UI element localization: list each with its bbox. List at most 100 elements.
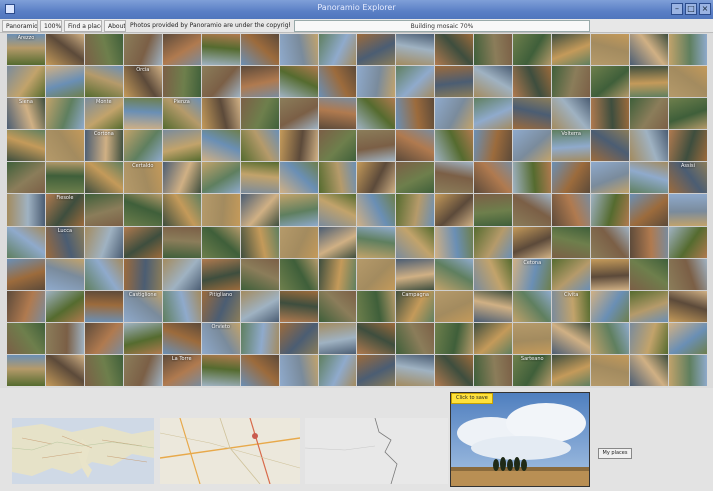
map-local[interactable] — [305, 418, 448, 484]
photo-thumbnail[interactable] — [240, 226, 279, 258]
photo-thumbnail[interactable] — [513, 130, 552, 162]
photo-thumbnail[interactable]: Orvieto — [201, 322, 240, 354]
photo-thumbnail[interactable] — [357, 130, 396, 162]
photo-thumbnail[interactable] — [396, 194, 435, 226]
photo-thumbnail[interactable]: Arezzo — [7, 34, 45, 66]
photo-thumbnail[interactable] — [474, 162, 513, 194]
zoom-field[interactable]: 100% — [40, 20, 62, 32]
photo-thumbnail[interactable] — [318, 130, 357, 162]
photo-thumbnail[interactable] — [435, 98, 474, 130]
photo-thumbnail[interactable] — [162, 194, 201, 226]
photo-thumbnail[interactable] — [552, 162, 591, 194]
photo-thumbnail[interactable]: Lucca — [45, 226, 84, 258]
photo-thumbnail[interactable] — [162, 258, 201, 290]
photo-thumbnail[interactable] — [669, 98, 707, 130]
photo-thumbnail[interactable] — [162, 226, 201, 258]
photo-thumbnail[interactable] — [201, 354, 240, 386]
photo-thumbnail[interactable] — [7, 290, 45, 322]
photo-thumbnail[interactable] — [201, 66, 240, 98]
photo-thumbnail[interactable] — [357, 34, 396, 66]
photo-thumbnail[interactable] — [591, 226, 630, 258]
photo-thumbnail[interactable]: Cortona — [84, 130, 123, 162]
photo-thumbnail[interactable] — [279, 162, 318, 194]
photo-thumbnail[interactable]: Sarteano — [513, 354, 552, 386]
photo-thumbnail[interactable] — [513, 322, 552, 354]
photo-thumbnail[interactable] — [123, 226, 162, 258]
photo-thumbnail[interactable] — [474, 66, 513, 98]
photo-thumbnail[interactable] — [123, 322, 162, 354]
photo-thumbnail[interactable] — [435, 162, 474, 194]
photo-thumbnail[interactable] — [552, 194, 591, 226]
photo-thumbnail[interactable] — [240, 354, 279, 386]
photo-thumbnail[interactable] — [396, 98, 435, 130]
photo-thumbnail[interactable]: Cetona — [513, 258, 552, 290]
photo-thumbnail[interactable] — [513, 98, 552, 130]
photo-thumbnail[interactable] — [591, 66, 630, 98]
panoramio-button[interactable]: Panoramio — [2, 20, 38, 32]
photo-thumbnail[interactable] — [45, 322, 84, 354]
photo-thumbnail[interactable]: Monte — [84, 98, 123, 130]
photo-thumbnail[interactable] — [669, 194, 707, 226]
photo-thumbnail[interactable]: Fiesole — [45, 194, 84, 226]
photo-thumbnail[interactable]: Pienza — [162, 98, 201, 130]
photo-thumbnail[interactable] — [45, 66, 84, 98]
photo-thumbnail[interactable] — [474, 354, 513, 386]
photo-thumbnail[interactable] — [357, 98, 396, 130]
photo-thumbnail[interactable] — [669, 354, 707, 386]
photo-thumbnail[interactable] — [513, 194, 552, 226]
about-button[interactable]: About — [104, 20, 126, 32]
photo-thumbnail[interactable] — [162, 322, 201, 354]
photo-thumbnail[interactable] — [318, 322, 357, 354]
photo-thumbnail[interactable] — [318, 194, 357, 226]
photo-thumbnail[interactable] — [279, 354, 318, 386]
photo-thumbnail[interactable] — [435, 194, 474, 226]
photo-thumbnail[interactable] — [45, 258, 84, 290]
photo-thumbnail[interactable] — [84, 66, 123, 98]
photo-thumbnail[interactable] — [552, 258, 591, 290]
photo-thumbnail[interactable] — [279, 66, 318, 98]
photo-thumbnail[interactable] — [357, 258, 396, 290]
photo-thumbnail[interactable] — [240, 194, 279, 226]
photo-thumbnail[interactable] — [669, 290, 707, 322]
photo-thumbnail[interactable] — [45, 34, 84, 66]
photo-thumbnail[interactable] — [630, 290, 669, 322]
photo-thumbnail[interactable] — [435, 66, 474, 98]
photo-thumbnail[interactable] — [669, 226, 707, 258]
photo-thumbnail[interactable] — [552, 34, 591, 66]
photo-thumbnail[interactable] — [201, 130, 240, 162]
photo-thumbnail[interactable] — [7, 258, 45, 290]
photo-thumbnail[interactable] — [123, 194, 162, 226]
photo-thumbnail[interactable] — [7, 162, 45, 194]
photo-thumbnail[interactable] — [474, 322, 513, 354]
photo-thumbnail[interactable] — [123, 130, 162, 162]
photo-thumbnail[interactable] — [669, 66, 707, 98]
photo-thumbnail[interactable] — [513, 66, 552, 98]
photo-thumbnail[interactable] — [591, 162, 630, 194]
photo-thumbnail[interactable] — [240, 130, 279, 162]
photo-thumbnail[interactable] — [630, 258, 669, 290]
click-to-save-label[interactable]: Click to save — [451, 393, 493, 404]
map-tuscany[interactable] — [160, 418, 300, 484]
photo-thumbnail[interactable] — [318, 98, 357, 130]
photo-thumbnail[interactable] — [240, 34, 279, 66]
photo-thumbnail[interactable]: Civita — [552, 290, 591, 322]
photo-thumbnail[interactable] — [279, 226, 318, 258]
photo-thumbnail[interactable]: Campagna — [396, 290, 435, 322]
photo-thumbnail[interactable] — [318, 66, 357, 98]
photo-thumbnail[interactable] — [240, 98, 279, 130]
photo-thumbnail[interactable] — [630, 34, 669, 66]
photo-thumbnail[interactable] — [630, 194, 669, 226]
my-places-button[interactable]: My places — [598, 448, 632, 459]
photo-thumbnail[interactable] — [435, 130, 474, 162]
photo-thumbnail[interactable] — [201, 194, 240, 226]
maximize-icon[interactable]: □ — [685, 3, 697, 15]
photo-thumbnail[interactable] — [240, 290, 279, 322]
photo-thumbnail[interactable] — [240, 322, 279, 354]
photo-thumbnail[interactable] — [84, 354, 123, 386]
photo-thumbnail[interactable]: Orcia — [123, 66, 162, 98]
photo-thumbnail[interactable] — [7, 66, 45, 98]
photo-thumbnail[interactable] — [396, 162, 435, 194]
photo-thumbnail[interactable] — [201, 98, 240, 130]
photo-thumbnail[interactable] — [474, 226, 513, 258]
photo-thumbnail[interactable] — [123, 34, 162, 66]
